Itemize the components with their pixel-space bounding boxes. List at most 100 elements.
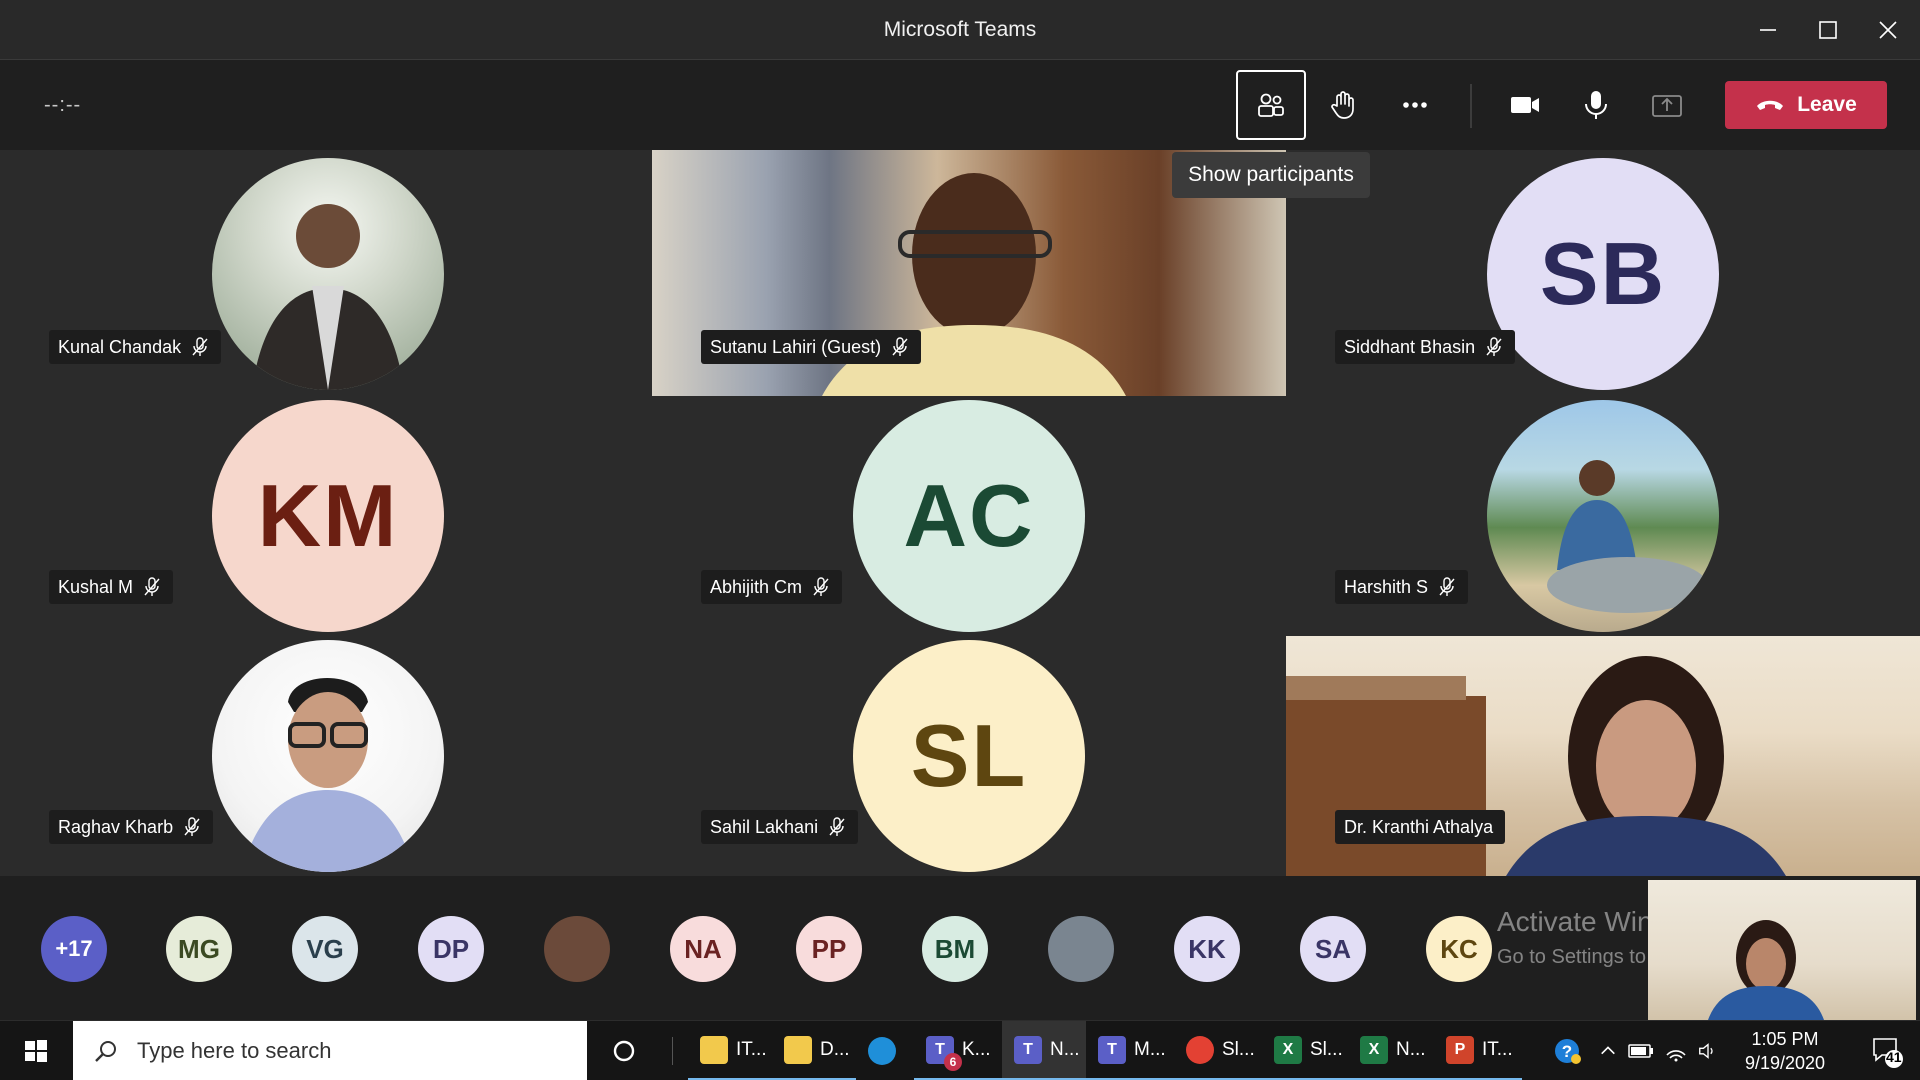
participant-grid: Kunal Chandak Sutanu Lahiri (Guest) SB S… xyxy=(0,150,1920,876)
taskbar-app-label: K... xyxy=(962,1038,991,1060)
participant-tile[interactable]: SL Sahil Lakhani xyxy=(652,636,1286,876)
participant-mini-avatar[interactable]: MG xyxy=(166,916,232,982)
mic-off-icon xyxy=(813,577,829,596)
hang-up-icon xyxy=(1757,100,1784,110)
self-view-video[interactable] xyxy=(1648,880,1916,1020)
chrome-icon xyxy=(1186,1035,1214,1064)
participant-mini-avatar[interactable] xyxy=(544,916,610,982)
taskbar-app-label: M... xyxy=(1134,1038,1166,1060)
participant-mini-avatar[interactable]: PP xyxy=(796,916,862,982)
title-bar: Microsoft Teams xyxy=(0,0,1920,60)
leave-label: Leave xyxy=(1797,93,1857,116)
show-hidden-icons-button[interactable] xyxy=(1594,1021,1622,1080)
taskbar-app-folder[interactable]: IT... xyxy=(688,1021,772,1080)
help-tray-button[interactable]: ? xyxy=(1545,1021,1589,1080)
taskbar-app-teams[interactable]: T M... xyxy=(1086,1021,1174,1080)
name-tag: Kunal Chandak xyxy=(49,330,222,364)
participant-name: Sutanu Lahiri (Guest) xyxy=(710,336,882,357)
participant-tile[interactable]: Raghav Kharb xyxy=(0,636,652,876)
more-actions-button[interactable] xyxy=(1380,70,1450,140)
participant-name: Abhijith Cm xyxy=(710,576,803,597)
downloads-folder-icon xyxy=(784,1035,812,1064)
meeting-toolbar: --:-- Leave xyxy=(0,60,1920,150)
participant-mini-avatar[interactable]: NA xyxy=(670,916,736,982)
wifi-tray-icon[interactable] xyxy=(1660,1021,1692,1080)
participant-photo xyxy=(212,640,444,872)
taskbar-app-powerpoint[interactable]: P IT... xyxy=(1434,1021,1522,1080)
microphone-icon xyxy=(1585,91,1607,119)
toolbar-divider xyxy=(1470,84,1472,128)
clock-date: 9/19/2020 xyxy=(1744,1053,1826,1073)
action-center-button[interactable]: 41 xyxy=(1856,1021,1916,1080)
window-title: Microsoft Teams xyxy=(883,18,1037,41)
camera-button[interactable] xyxy=(1490,70,1560,140)
mic-off-icon xyxy=(892,337,908,356)
participant-mini-avatar[interactable]: KC xyxy=(1426,916,1492,982)
participant-mini-avatar[interactable]: BM xyxy=(922,916,988,982)
taskbar-app-teams[interactable]: T 6 K... xyxy=(914,1021,1002,1080)
cortana-circle-icon xyxy=(613,1040,635,1062)
taskbar-app-chrome[interactable]: Sl... xyxy=(1174,1021,1262,1080)
participant-mini-avatar[interactable] xyxy=(1048,916,1114,982)
speaker-icon xyxy=(1699,1043,1713,1059)
mic-off-icon xyxy=(1439,577,1455,596)
participant-mini-avatar[interactable]: KK xyxy=(1174,916,1240,982)
cortana-button[interactable] xyxy=(596,1021,652,1080)
teams-icon: T xyxy=(1098,1035,1126,1064)
participant-tile[interactable]: AC Abhijith Cm xyxy=(652,396,1286,636)
show-participants-tooltip: Show participants xyxy=(1172,152,1370,198)
name-tag: Dr. Kranthi Athalya xyxy=(1335,810,1506,844)
taskbar-app-excel[interactable]: X N... xyxy=(1348,1021,1434,1080)
participant-mini-avatar[interactable]: VG xyxy=(292,916,358,982)
edge-icon xyxy=(868,1037,896,1065)
taskbar-search-box[interactable]: Type here to search xyxy=(73,1021,587,1080)
participant-tile[interactable]: KM Kushal M xyxy=(0,396,652,636)
participant-tile[interactable]: Harshith S xyxy=(1286,396,1920,636)
taskbar-app-label: IT... xyxy=(1482,1038,1513,1060)
participant-tile[interactable]: SB Siddhant Bhasin xyxy=(1286,150,1920,396)
meeting-timer: --:-- xyxy=(44,94,82,116)
name-tag: Sahil Lakhani xyxy=(701,810,859,844)
participant-name: Sahil Lakhani xyxy=(710,816,819,837)
participant-avatar: KM xyxy=(212,400,444,632)
participant-avatar: AC xyxy=(853,400,1085,632)
raise-hand-button[interactable] xyxy=(1308,70,1378,140)
microphone-button[interactable] xyxy=(1561,70,1631,140)
close-window-button[interactable] xyxy=(1852,0,1920,60)
teams-icon: T xyxy=(1014,1035,1042,1064)
leave-button[interactable]: Leave xyxy=(1725,81,1887,129)
show-participants-button[interactable] xyxy=(1236,70,1306,140)
share-screen-button[interactable] xyxy=(1632,70,1702,140)
participant-name: Harshith S xyxy=(1344,576,1429,597)
participant-mini-avatar[interactable]: DP xyxy=(418,916,484,982)
app-badge: 6 xyxy=(944,1053,962,1071)
name-tag: Kushal M xyxy=(49,570,174,604)
name-tag: Siddhant Bhasin xyxy=(1335,330,1516,364)
taskbar-app-label: N... xyxy=(1050,1038,1080,1060)
taskbar-app-downloads-folder[interactable]: D... xyxy=(772,1021,856,1080)
excel-icon: X xyxy=(1360,1035,1388,1064)
taskbar-app-excel[interactable]: X Sl... xyxy=(1262,1021,1348,1080)
participant-name: Raghav Kharb xyxy=(58,816,174,837)
taskbar-clock[interactable]: 1:05 PM 9/19/2020 xyxy=(1720,1027,1850,1075)
start-button[interactable] xyxy=(0,1021,72,1080)
participant-photo xyxy=(1487,400,1719,632)
mic-off-icon xyxy=(829,817,845,836)
powerpoint-icon: P xyxy=(1446,1035,1474,1064)
name-tag: Harshith S xyxy=(1335,570,1469,604)
participant-name: Kushal M xyxy=(58,576,134,597)
taskbar-app-teams[interactable]: T N... xyxy=(1002,1021,1086,1080)
participant-name: Siddhant Bhasin xyxy=(1344,336,1476,357)
mic-off-icon xyxy=(192,337,208,356)
taskbar-app-edge[interactable] xyxy=(856,1021,914,1080)
overflow-participants-button[interactable]: +17 xyxy=(41,916,107,982)
mic-off-icon xyxy=(184,817,200,836)
participant-mini-avatar[interactable]: SA xyxy=(1300,916,1366,982)
participant-tile[interactable]: Kunal Chandak xyxy=(0,150,652,396)
battery-tray-icon[interactable] xyxy=(1624,1021,1658,1080)
volume-tray-icon[interactable] xyxy=(1694,1021,1722,1080)
participant-video-tile[interactable]: Dr. Kranthi Athalya xyxy=(1286,636,1920,876)
name-tag: Sutanu Lahiri (Guest) xyxy=(701,330,922,364)
maximize-icon xyxy=(1819,21,1837,39)
name-tag: Raghav Kharb xyxy=(49,810,214,844)
